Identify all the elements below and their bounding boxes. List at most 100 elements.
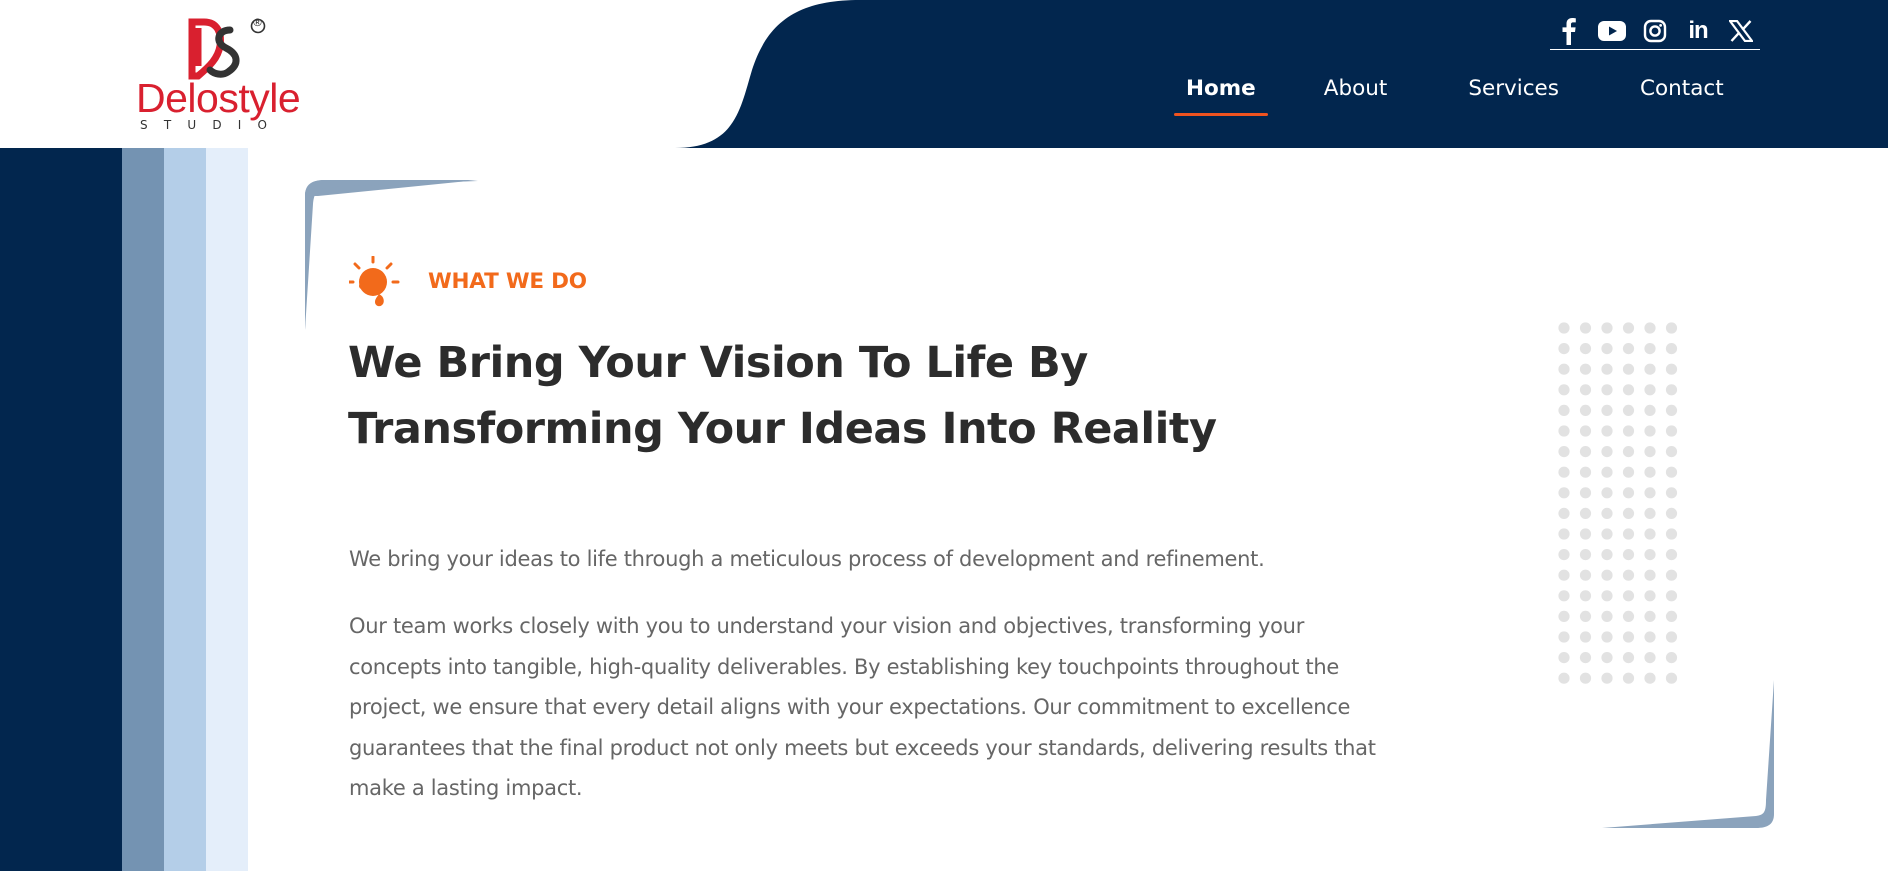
decor-dot bbox=[1601, 507, 1613, 519]
decor-dot bbox=[1665, 363, 1678, 375]
decor-dot bbox=[1558, 425, 1570, 437]
decor-dot bbox=[1579, 590, 1592, 602]
decor-dot bbox=[1622, 672, 1635, 684]
social-links: in bbox=[1550, 16, 1760, 50]
body-line: project, we ensure that every detail ali… bbox=[349, 695, 1351, 719]
nav-item-home[interactable]: Home bbox=[1174, 74, 1268, 118]
decor-dot bbox=[1665, 672, 1678, 684]
main-nav: Home About Services Contact bbox=[1174, 74, 1736, 118]
decor-dot bbox=[1579, 384, 1592, 396]
instagram-icon[interactable] bbox=[1640, 16, 1670, 46]
section-headline: We Bring Your Vision To Life By Transfor… bbox=[348, 330, 1248, 462]
decor-dot bbox=[1601, 652, 1613, 664]
decor-dot bbox=[1622, 507, 1635, 519]
side-stripe-light-blue bbox=[164, 148, 206, 871]
decor-dot bbox=[1665, 425, 1678, 437]
x-twitter-icon[interactable] bbox=[1726, 16, 1756, 46]
decor-dot bbox=[1579, 672, 1592, 684]
decor-dot bbox=[1558, 652, 1570, 664]
decor-dot bbox=[1579, 425, 1592, 437]
decor-dot bbox=[1601, 466, 1613, 478]
decor-dot bbox=[1579, 363, 1592, 375]
decor-dot bbox=[1644, 363, 1656, 375]
decor-dot bbox=[1622, 528, 1635, 540]
decor-dot bbox=[1558, 549, 1570, 561]
side-stripe-navy bbox=[0, 148, 122, 871]
decor-dot bbox=[1601, 487, 1613, 499]
decor-dot bbox=[1665, 446, 1678, 458]
youtube-icon[interactable] bbox=[1597, 16, 1627, 46]
decor-dot bbox=[1644, 404, 1656, 416]
nav-item-about[interactable]: About bbox=[1312, 74, 1400, 118]
decor-dot bbox=[1665, 631, 1678, 643]
decor-dot bbox=[1601, 610, 1613, 622]
decor-dot bbox=[1644, 590, 1656, 602]
decor-dot bbox=[1558, 404, 1570, 416]
decor-dot bbox=[1644, 549, 1656, 561]
decor-dot bbox=[1644, 466, 1656, 478]
decor-dot bbox=[1601, 672, 1613, 684]
decor-dot bbox=[1644, 507, 1656, 519]
linkedin-glyph: in bbox=[1688, 16, 1708, 44]
decor-dot bbox=[1579, 569, 1592, 581]
intro-paragraph: We bring your ideas to life through a me… bbox=[349, 547, 1265, 571]
decor-dot bbox=[1622, 631, 1635, 643]
side-stripe-pale-blue bbox=[206, 148, 248, 871]
decor-dot bbox=[1665, 507, 1678, 519]
site-header: ® Delostyle STUDIO in Home About Service… bbox=[0, 0, 1888, 148]
decor-dot bbox=[1622, 446, 1635, 458]
nav-item-services[interactable]: Services bbox=[1456, 74, 1571, 118]
decor-dot bbox=[1665, 322, 1678, 334]
decor-dot bbox=[1601, 384, 1613, 396]
decor-dot bbox=[1622, 549, 1635, 561]
decor-dot bbox=[1644, 425, 1656, 437]
brand-name: Delostyle bbox=[136, 75, 301, 121]
linkedin-icon[interactable]: in bbox=[1683, 16, 1713, 46]
lightbulb-icon bbox=[349, 256, 400, 307]
decor-dot bbox=[1622, 487, 1635, 499]
decor-dot bbox=[1601, 446, 1613, 458]
decor-dot bbox=[1579, 487, 1592, 499]
decor-dot bbox=[1601, 549, 1613, 561]
decor-dot bbox=[1644, 652, 1656, 664]
decor-dot bbox=[1644, 610, 1656, 622]
decor-dot bbox=[1579, 322, 1592, 334]
decor-dot bbox=[1558, 384, 1570, 396]
body-line: make a lasting impact. bbox=[349, 776, 583, 800]
decor-dot bbox=[1601, 590, 1613, 602]
decor-dot bbox=[1558, 569, 1570, 581]
decor-dot bbox=[1622, 569, 1635, 581]
decor-dot bbox=[1558, 363, 1570, 375]
nav-item-contact[interactable]: Contact bbox=[1628, 74, 1736, 118]
decor-dot bbox=[1558, 672, 1570, 684]
decor-dot bbox=[1601, 363, 1613, 375]
decor-dot bbox=[1601, 631, 1613, 643]
decor-dot bbox=[1665, 610, 1678, 622]
brand-subtitle: STUDIO bbox=[140, 118, 284, 132]
decor-dot bbox=[1644, 672, 1656, 684]
side-stripe-steel bbox=[122, 148, 164, 871]
decor-dot bbox=[1579, 652, 1592, 664]
facebook-icon[interactable] bbox=[1554, 16, 1584, 46]
brand-logo[interactable]: ® Delostyle STUDIO bbox=[136, 16, 306, 132]
decor-dot bbox=[1622, 322, 1635, 334]
decor-dot bbox=[1558, 610, 1570, 622]
headline-line: Transforming Your Ideas Into Reality bbox=[348, 404, 1217, 454]
decor-dot bbox=[1579, 343, 1592, 355]
decor-dot bbox=[1579, 446, 1592, 458]
decor-dot bbox=[1622, 425, 1635, 437]
decor-dot bbox=[1601, 343, 1613, 355]
decor-dot bbox=[1665, 343, 1678, 355]
decor-dot bbox=[1622, 610, 1635, 622]
decor-dot bbox=[1558, 487, 1570, 499]
decor-dot bbox=[1579, 404, 1592, 416]
decor-dot bbox=[1558, 528, 1570, 540]
headline-line: We Bring Your Vision To Life By bbox=[348, 338, 1088, 388]
decor-dot bbox=[1622, 466, 1635, 478]
decor-dot bbox=[1665, 590, 1678, 602]
decor-dot bbox=[1622, 384, 1635, 396]
decor-dot bbox=[1665, 549, 1678, 561]
decor-dot bbox=[1644, 569, 1656, 581]
section-eyebrow-label: WHAT WE DO bbox=[428, 269, 587, 294]
decor-dot bbox=[1665, 569, 1678, 581]
